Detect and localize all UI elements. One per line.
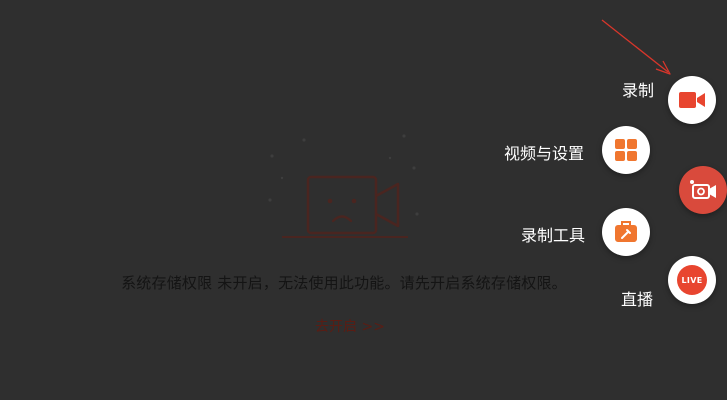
recording-tools-button[interactable] <box>602 208 650 256</box>
record-main-fab[interactable] <box>679 166 727 214</box>
annotation-arrow-icon <box>601 19 671 75</box>
recording-tools-label: 录制工具 <box>521 226 586 245</box>
video-settings-label: 视频与设置 <box>504 144 585 163</box>
permission-message: 系统存储权限 未开启，无法使用此功能。请先开启系统存储权限。 <box>121 274 567 292</box>
enable-permission-link[interactable]: 去开启 >> <box>0 316 700 336</box>
grid-icon <box>615 139 637 161</box>
toolbox-icon <box>615 221 637 242</box>
live-badge: LIVE <box>681 275 703 285</box>
live-label: 直播 <box>621 290 654 309</box>
record-label: 录制 <box>622 81 655 100</box>
video-camera-icon <box>679 92 705 108</box>
record-button[interactable] <box>668 76 716 124</box>
live-button[interactable]: LIVE <box>668 256 716 304</box>
record-camera-icon <box>690 180 716 199</box>
video-settings-button[interactable] <box>602 126 650 174</box>
sad-camera-icon <box>268 134 419 238</box>
live-icon: LIVE <box>677 265 707 295</box>
